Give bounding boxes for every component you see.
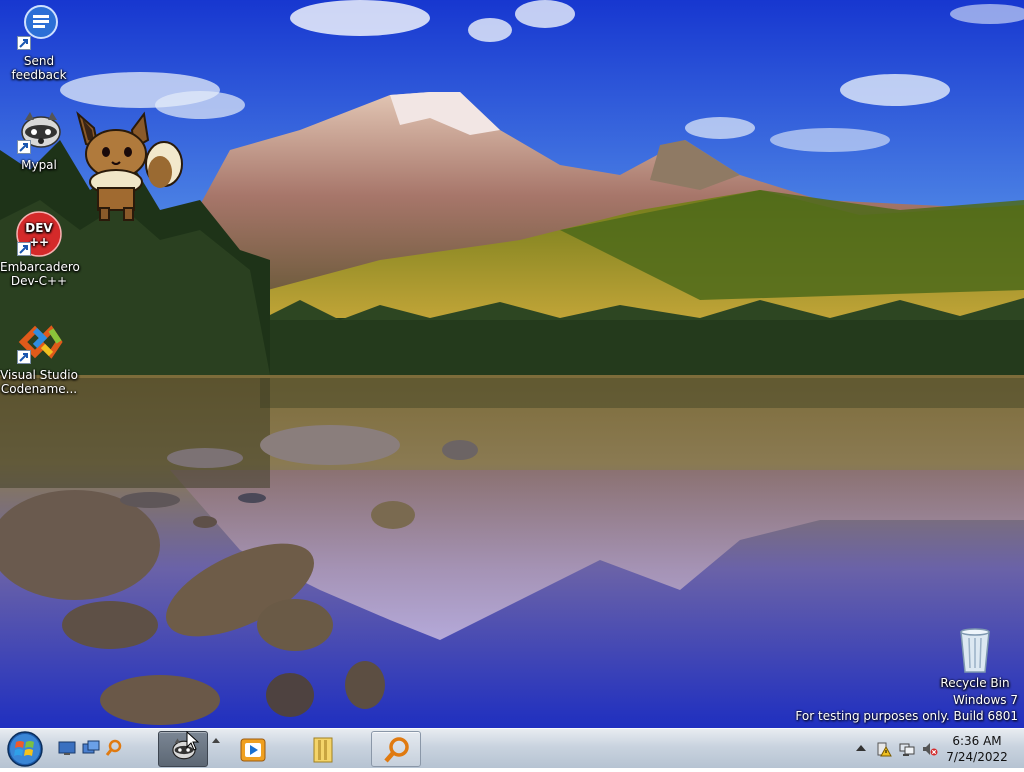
start-button[interactable] xyxy=(3,730,47,768)
desktop-icon-recycle-bin[interactable]: Recycle Bin xyxy=(936,626,1014,690)
dev-cpp-icon: DEV ++ xyxy=(15,210,63,258)
network-icon[interactable] xyxy=(899,741,915,757)
taskbar[interactable]: 6:36 AM 7/24/2022 xyxy=(0,728,1024,768)
vscode-icon xyxy=(15,318,63,366)
folder-icon xyxy=(313,737,333,763)
feedback-icon xyxy=(15,4,63,52)
watermark-line-1: Windows 7 xyxy=(952,693,1018,707)
taskbar-button-explorer[interactable] xyxy=(297,731,347,767)
desktop-icon-label: Visual Studio Codename... xyxy=(0,368,78,396)
overflow-arrow-icon[interactable] xyxy=(211,731,221,743)
taskbar-button-search[interactable] xyxy=(371,731,421,767)
taskbar-button-media-player[interactable] xyxy=(227,731,277,767)
svg-text:++: ++ xyxy=(29,235,49,249)
show-hidden-icons[interactable] xyxy=(853,741,869,757)
magnifier-icon xyxy=(384,737,409,763)
desktop-icon-label: Recycle Bin xyxy=(940,676,1010,690)
search-icon[interactable] xyxy=(105,739,123,757)
switch-windows-icon[interactable] xyxy=(82,739,100,757)
mouse-pointer-icon xyxy=(186,731,200,751)
recycle-bin-icon xyxy=(951,626,999,674)
clock-time: 6:36 AM xyxy=(952,734,1002,748)
desktop-icon-label: Embarcadero Dev-C++ xyxy=(0,260,80,288)
shortcut-arrow-icon xyxy=(17,36,31,50)
clock-date: 7/24/2022 xyxy=(946,750,1008,764)
desktop[interactable]: Send feedback Mypal DEV ++ Embarcadero D… xyxy=(0,0,1024,728)
shortcut-arrow-icon xyxy=(17,242,31,256)
eevee-sprite xyxy=(76,111,183,221)
shortcut-arrow-icon xyxy=(17,140,31,154)
action-center-icon[interactable] xyxy=(876,741,892,757)
watermark-line-2: For testing purposes only. Build 6801 xyxy=(795,709,1018,723)
shortcut-arrow-icon xyxy=(17,350,31,364)
taskbar-button-mypal[interactable] xyxy=(158,731,208,767)
windows-orb-icon xyxy=(7,731,43,767)
windows-build-watermark: Windows 7 For testing purposes only. Bui… xyxy=(795,692,1018,724)
desktop-icon-visual-studio[interactable]: Visual Studio Codename... xyxy=(0,318,78,396)
desktop-icon-label: Send feedback xyxy=(11,54,67,82)
desktop-icon-mypal[interactable]: Mypal xyxy=(0,108,78,172)
desktop-icon-dev-cpp[interactable]: DEV ++ Embarcadero Dev-C++ xyxy=(0,210,80,288)
svg-text:DEV: DEV xyxy=(25,221,53,235)
mypal-icon xyxy=(15,108,63,156)
desktop-icon-label: Mypal xyxy=(21,158,57,172)
show-desktop-icon[interactable] xyxy=(58,739,76,757)
desktop-icon-send-feedback[interactable]: Send feedback xyxy=(0,4,78,82)
tray-clock[interactable]: 6:36 AM 7/24/2022 xyxy=(936,733,1018,765)
media-player-icon xyxy=(240,738,266,762)
